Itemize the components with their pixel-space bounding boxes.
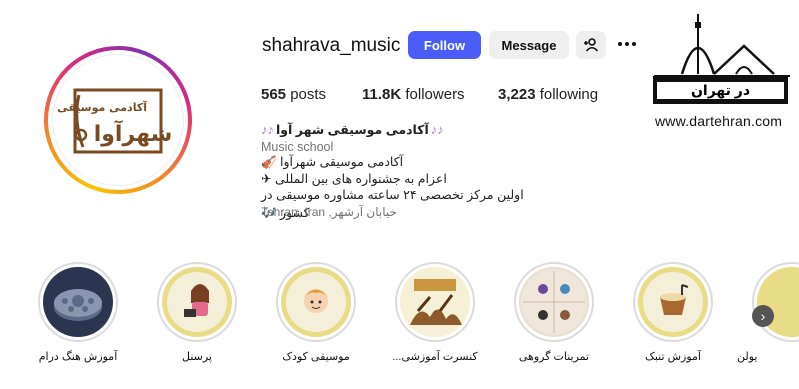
watermark-banner: در تهران [653, 76, 788, 104]
profile-avatar-gap: آکادمی موسیقی شهرآوا [48, 50, 188, 190]
highlight-item[interactable] [276, 262, 356, 342]
highlight-label: آموزش هنگ درام [38, 351, 118, 363]
more-options-icon[interactable] [618, 36, 640, 52]
music-note-icon: ♪♪ [430, 122, 444, 137]
highlight-label: آموزش تنبک [645, 351, 701, 363]
add-user-button[interactable] [576, 31, 606, 59]
followers-stat[interactable]: 11.8K followers [362, 86, 465, 103]
watermark-title: در تهران [657, 82, 784, 99]
message-button[interactable]: Message [489, 31, 569, 59]
music-note-icon: ♪♪ [261, 122, 274, 137]
highlight-label: یولن [737, 351, 758, 363]
followers-count: 11.8K [362, 86, 402, 103]
tonbak-drum-icon [638, 267, 708, 337]
highlight-label: موسیقی کودک [282, 351, 350, 363]
highlight-item[interactable] [157, 262, 237, 342]
profile-avatar-ring[interactable]: آکادمی موسیقی شهرآوا [44, 46, 192, 194]
posts-stat: 565 posts [261, 86, 326, 103]
bio-location[interactable]: Tehran, Iran ,خیابان آرشهر [261, 203, 541, 221]
highlight-label: کنسرت آموزشی... [392, 351, 478, 363]
svg-text:شهرآوا: شهرآوا [94, 119, 173, 147]
following-label: following [539, 86, 599, 103]
chevron-right-icon: › [760, 308, 766, 324]
highlight-label: پرسنل [182, 351, 212, 363]
bio-name: ♪♪ آکادمی موسیقی شهر آوا ♪♪ [261, 121, 541, 139]
staff-person-icon [162, 267, 232, 337]
posts-label: posts [290, 86, 327, 103]
highlight-item[interactable] [752, 262, 799, 342]
group-practice-icon [519, 267, 589, 337]
posts-count: 565 [261, 86, 287, 103]
academy-logo-icon: آکادمی موسیقی شهرآوا [57, 88, 173, 154]
bio-line-1: آکادمی موسیقی شهرآوا 🎻 [261, 155, 404, 169]
highlight-item[interactable] [514, 262, 594, 342]
profile-avatar: آکادمی موسیقی شهرآوا [52, 54, 184, 186]
watermark-url: www.dartehran.com [655, 113, 783, 129]
highlight-item[interactable] [633, 262, 713, 342]
bio-name-text: آکادمی موسیقی شهر آوا [276, 123, 429, 137]
child-face-icon [281, 267, 351, 337]
highlight-item[interactable] [38, 262, 118, 342]
add-user-icon [584, 38, 599, 52]
highlight-label: تمرینات گروهی [518, 351, 590, 363]
azadi-tower-logo-icon [654, 14, 790, 77]
following-stat[interactable]: 3,223 following [498, 86, 598, 103]
concert-poster-icon [400, 267, 470, 337]
handpan-drum-icon [43, 267, 113, 337]
following-count: 3,223 [498, 86, 536, 103]
highlight-item[interactable] [395, 262, 475, 342]
followers-label: followers [405, 86, 465, 103]
follow-button[interactable]: Follow [408, 31, 481, 59]
svg-text:آکادمی موسیقی: آکادمی موسیقی [57, 100, 147, 114]
next-highlights-button[interactable]: › [752, 305, 774, 327]
profile-username: shahrava_music [262, 35, 401, 56]
